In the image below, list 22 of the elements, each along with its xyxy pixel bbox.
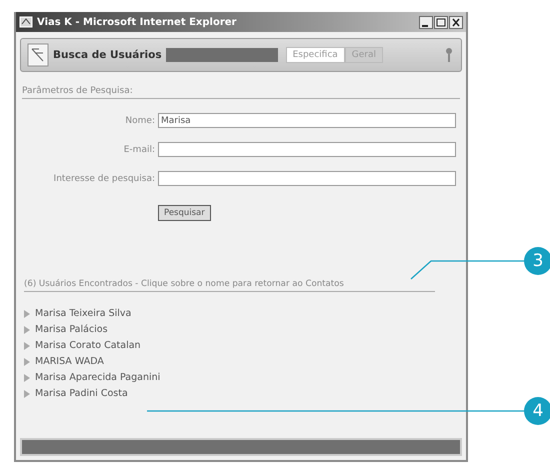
user-link[interactable]: Marisa Teixeira Silva	[35, 308, 132, 319]
section-title: Parâmetros de Pesquisa:	[22, 86, 460, 99]
input-field[interactable]	[158, 171, 456, 186]
window-title: Vias K - Microsoft Internet Explorer	[37, 16, 238, 28]
input-field[interactable]	[158, 142, 456, 157]
results-heading: (6) Usuários Encontrados - Clique sobre o nome para retornar ao Contatos	[24, 279, 435, 292]
maximize-icon[interactable]	[434, 16, 448, 28]
field-label: Interesse de pesquisa:	[52, 174, 155, 184]
user-link[interactable]: MARISA WADA	[35, 356, 104, 367]
callout-number: 4	[524, 397, 550, 425]
user-link[interactable]: Marisa Padini Costa	[35, 388, 128, 399]
field-label: Nome:	[124, 116, 155, 126]
minimize-icon[interactable]	[419, 16, 433, 28]
close-icon[interactable]	[449, 16, 463, 28]
user-link[interactable]: Marisa Corato Catalan	[35, 340, 141, 351]
user-link[interactable]: Marisa Aparecida Paganini	[35, 372, 160, 383]
search-button[interactable]: Pesquisar	[158, 205, 211, 221]
page-title: Busca de Usuários	[53, 49, 162, 61]
input-field[interactable]: Marisa	[158, 113, 456, 128]
user-link[interactable]: Marisa Palácios	[35, 324, 108, 335]
callout-number: 3	[524, 247, 550, 275]
field-label: E-mail:	[122, 144, 155, 154]
